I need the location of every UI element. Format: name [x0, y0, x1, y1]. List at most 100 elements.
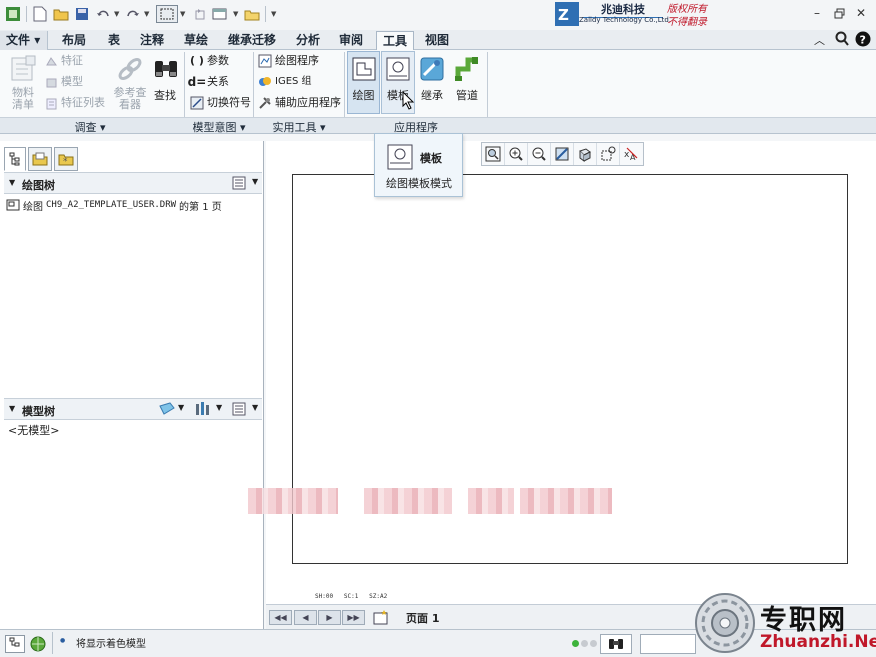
inheritance-app-button[interactable]: 继承 — [416, 54, 448, 103]
display-style-button[interactable] — [574, 143, 597, 165]
refit-button[interactable] — [482, 143, 505, 165]
model-tree-tools-icon[interactable] — [194, 401, 212, 417]
svg-text:*: * — [63, 157, 68, 166]
save-icon[interactable] — [73, 5, 91, 23]
drawing-app-button[interactable]: 绘图 — [347, 54, 380, 103]
tree-settings-dropdown-icon[interactable]: ▼ — [252, 177, 258, 186]
minimize-icon[interactable]: – — [809, 5, 825, 21]
last-page-button[interactable]: ▶▶ — [342, 610, 365, 625]
blurred-region — [364, 488, 452, 514]
feature-button[interactable]: 特征 — [44, 53, 83, 69]
open-folder-icon[interactable] — [52, 5, 70, 23]
model-tree-settings-icon[interactable] — [232, 402, 246, 416]
drawing-tree-item[interactable]: 绘图 CH9_A2_TEMPLATE_USER.DRW 的第 1 页 — [6, 198, 222, 213]
annotation-display-button[interactable]: xA — [620, 143, 643, 165]
tree-tab[interactable] — [4, 147, 26, 171]
search-icon[interactable] — [834, 30, 850, 51]
collapse-triangle-icon[interactable]: ▼ — [9, 404, 15, 413]
show-display-icon[interactable] — [158, 402, 176, 417]
find-status-button[interactable] — [600, 634, 632, 654]
piping-app-label: 管道 — [456, 89, 478, 102]
windows-dropdown-icon[interactable]: ▼ — [233, 10, 238, 18]
folder-browser-tab[interactable] — [28, 147, 52, 171]
template-tooltip: 模板 绘图模板模式 — [374, 133, 463, 197]
undo-icon[interactable] — [94, 5, 112, 23]
relations-button[interactable]: d= 关系 — [187, 74, 229, 90]
collapse-triangle-icon[interactable]: ▼ — [9, 178, 15, 187]
first-page-button[interactable]: ◀◀ — [269, 610, 292, 625]
iges-group-label: IGES 组 — [275, 76, 312, 87]
customize-toolbar-icon[interactable]: ▼ — [271, 10, 276, 18]
toggle-browser-button[interactable] — [28, 635, 48, 653]
tools-dropdown-icon[interactable]: ▼ — [216, 403, 222, 412]
help-icon[interactable]: ? — [855, 31, 871, 50]
tab-review[interactable]: 审阅 — [333, 31, 369, 50]
app-logo-icon[interactable] — [4, 5, 22, 23]
piping-app-icon — [452, 54, 482, 84]
drawing-program-button[interactable]: 绘图程序 — [258, 53, 319, 69]
new-sheet-icon[interactable] — [372, 609, 390, 625]
tab-sketch[interactable]: 草绘 — [178, 31, 214, 50]
tab-annotate[interactable]: 注释 — [134, 31, 170, 50]
page-label: 页面 1 — [406, 612, 440, 625]
zoom-in-icon — [509, 147, 523, 161]
collapse-ribbon-icon[interactable]: ︿ — [814, 32, 825, 48]
select-dropdown-icon[interactable]: ▼ — [180, 10, 185, 18]
select-box-icon[interactable] — [156, 5, 178, 23]
redo-icon[interactable] — [124, 5, 142, 23]
refit-icon — [485, 146, 501, 162]
undo-dropdown-icon[interactable]: ▼ — [114, 10, 119, 18]
model-tree-title: 模型树 — [22, 405, 55, 418]
new-file-icon[interactable] — [31, 5, 49, 23]
switch-symbols-button[interactable]: 切换符号 — [190, 95, 251, 111]
datum-display-button[interactable] — [597, 143, 620, 165]
tab-layout[interactable]: 布局 — [56, 31, 92, 50]
repaint-button[interactable] — [551, 143, 574, 165]
bom-button[interactable]: 物料 清单 — [6, 54, 40, 111]
toggle-navigator-button[interactable] — [5, 635, 25, 653]
tab-legacy-migration[interactable]: 继承迁移 — [222, 31, 282, 50]
model-button[interactable]: 模型 — [44, 74, 83, 90]
feature-list-button[interactable]: 特征列表 — [44, 95, 105, 111]
investigate-group-label[interactable]: 调查 ▾ — [60, 119, 120, 135]
status-message: 将显示着色模型 — [76, 639, 146, 650]
favorites-tab[interactable]: * — [54, 147, 78, 171]
zoom-out-icon — [532, 147, 546, 161]
model-intent-group-label[interactable]: 模型意图 ▾ — [186, 119, 252, 135]
filter-selector[interactable] — [640, 634, 696, 654]
zoom-in-button[interactable] — [505, 143, 528, 165]
tree-settings-icon[interactable] — [232, 176, 246, 190]
show-dropdown-icon[interactable]: ▼ — [178, 403, 184, 412]
settings-dropdown-icon[interactable]: ▼ — [252, 403, 258, 412]
folder-icon — [32, 152, 48, 166]
utilities-group-label[interactable]: 实用工具 ▾ — [256, 119, 342, 135]
windows-icon[interactable] — [211, 5, 229, 23]
switch-symbols-icon — [190, 96, 204, 110]
tab-tools[interactable]: 工具 — [376, 31, 415, 50]
close-window-icon[interactable] — [243, 5, 261, 23]
reference-viewer-button[interactable]: 参考查 看器 — [110, 54, 150, 111]
zoom-out-button[interactable] — [528, 143, 551, 165]
iges-group-button[interactable]: IGES 组 — [258, 74, 312, 90]
redo-dropdown-icon[interactable]: ▼ — [144, 10, 149, 18]
parameters-button[interactable]: ( ) 参数 — [190, 53, 229, 69]
find-button[interactable]: 查找 — [151, 54, 179, 103]
feature-icon — [44, 54, 58, 68]
status-light-gray — [581, 640, 588, 647]
prev-page-button[interactable]: ◀ — [294, 610, 317, 625]
tab-file[interactable]: 文件 ▾ — [0, 31, 48, 50]
status-light-green — [572, 640, 579, 647]
favorites-icon: * — [58, 154, 74, 166]
feature-list-label: 特征列表 — [61, 96, 105, 109]
tab-table[interactable]: 表 — [102, 31, 126, 50]
restore-icon[interactable] — [831, 5, 847, 21]
tab-view[interactable]: 视图 — [419, 31, 455, 50]
piping-app-button[interactable]: 管道 — [451, 54, 483, 103]
relations-icon: d= — [187, 75, 207, 89]
close-icon[interactable]: ✕ — [853, 5, 869, 21]
regenerate-icon[interactable] — [191, 5, 209, 23]
aux-apps-button[interactable]: 辅助应用程序 — [258, 95, 341, 111]
next-page-button[interactable]: ▶ — [318, 610, 341, 625]
repaint-icon — [555, 147, 569, 161]
tab-analysis[interactable]: 分析 — [290, 31, 326, 50]
